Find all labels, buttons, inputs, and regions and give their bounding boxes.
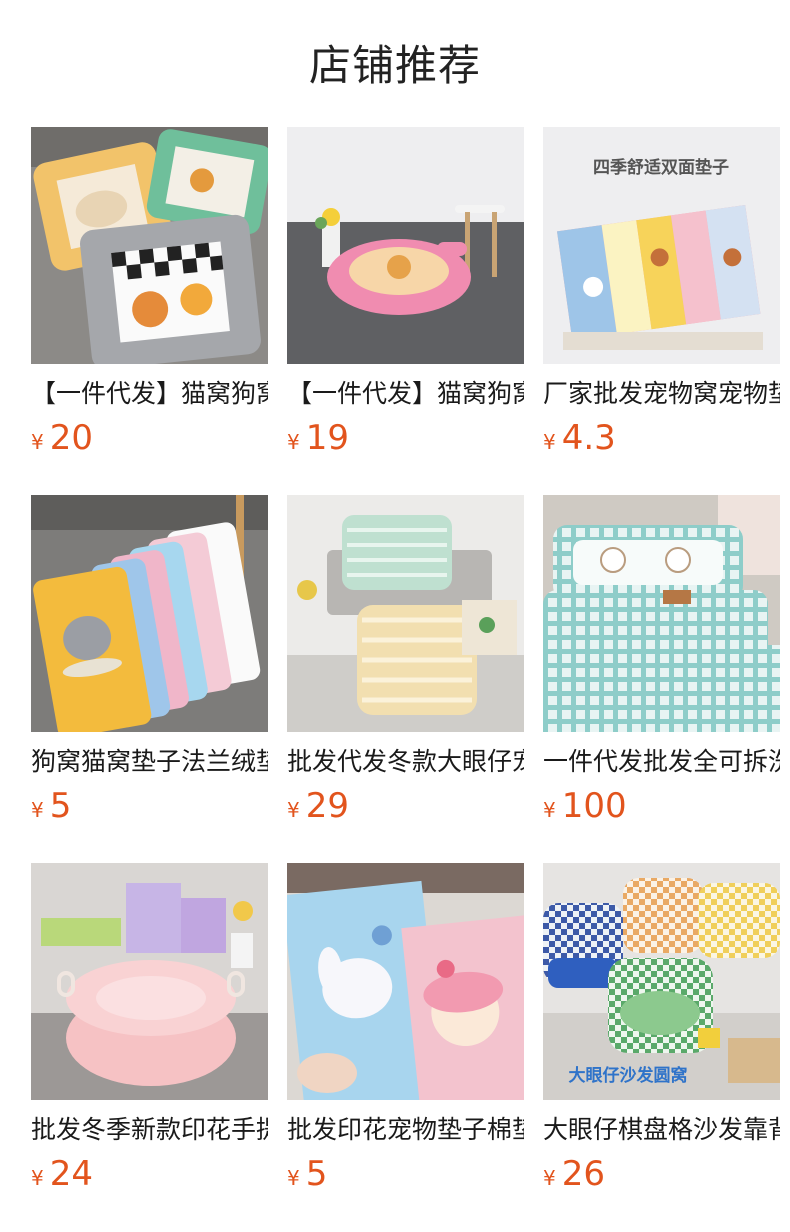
pet-mats-stack-image[interactable]: 四季舒适双面垫子 <box>543 127 780 364</box>
price-value: 26 <box>561 1154 605 1194</box>
product-price: ¥100 <box>543 784 780 834</box>
currency-symbol: ¥ <box>543 1166 556 1190</box>
price-value: 5 <box>49 786 72 826</box>
currency-symbol: ¥ <box>543 430 556 454</box>
currency-symbol: ¥ <box>543 798 556 822</box>
product-name[interactable]: 大眼仔棋盘格沙发靠背 <box>543 1114 780 1146</box>
currency-symbol: ¥ <box>31 1166 44 1190</box>
product-price: ¥5 <box>31 784 268 834</box>
product-price: ¥24 <box>31 1152 268 1202</box>
product-price: ¥29 <box>287 784 524 834</box>
product-card[interactable]: 一件代发批发全可拆洗 ¥100 <box>543 495 780 863</box>
product-card[interactable]: 批发冬季新款印花手提 ¥24 <box>31 863 268 1231</box>
product-name[interactable]: 批发代发冬款大眼仔宠 <box>287 746 524 778</box>
product-name[interactable]: 【一件代发】猫窝狗窝 <box>31 378 268 410</box>
currency-symbol: ¥ <box>31 798 44 822</box>
image-caption: 大眼仔沙发圆窝 <box>569 1065 688 1086</box>
price-value: 24 <box>49 1154 93 1194</box>
product-name[interactable]: 批发冬季新款印花手提 <box>31 1114 268 1146</box>
product-price: ¥20 <box>31 416 268 466</box>
page-title: 店铺推荐 <box>308 41 481 90</box>
price-value: 100 <box>561 786 627 826</box>
product-card[interactable]: 四季舒适双面垫子 厂家批发宠物窝宠物垫 ¥4.3 <box>543 127 780 495</box>
square-pet-beds-image[interactable] <box>31 127 268 364</box>
currency-symbol: ¥ <box>287 798 300 822</box>
product-name[interactable]: 厂家批发宠物窝宠物垫 <box>543 378 780 410</box>
product-name[interactable]: 【一件代发】猫窝狗窝 <box>287 378 524 410</box>
image-caption: 四季舒适双面垫子 <box>593 157 729 178</box>
product-card[interactable]: 大眼仔沙发圆窝 大眼仔棋盘格沙发靠背 ¥26 <box>543 863 780 1231</box>
product-card[interactable]: 狗窝猫窝垫子法兰绒垫 ¥5 <box>31 495 268 863</box>
plaid-pet-beds-image[interactable] <box>543 495 780 732</box>
checker-sofa-beds-image[interactable]: 大眼仔沙发圆窝 <box>543 863 780 1100</box>
product-name[interactable]: 批发印花宠物垫子棉垫 <box>287 1114 524 1146</box>
product-name[interactable]: 一件代发批发全可拆洗 <box>543 746 780 778</box>
currency-symbol: ¥ <box>287 430 300 454</box>
price-value: 20 <box>49 418 93 458</box>
product-card[interactable]: 批发代发冬款大眼仔宠 ¥29 <box>287 495 524 863</box>
product-name[interactable]: 狗窝猫窝垫子法兰绒垫 <box>31 746 268 778</box>
currency-symbol: ¥ <box>31 430 44 454</box>
product-price: ¥19 <box>287 416 524 466</box>
flannel-pet-mats-image[interactable] <box>31 495 268 732</box>
product-grid: 【一件代发】猫窝狗窝 ¥20 【一件代发】猫窝狗窝 ¥ 19 四季舒适双面垫子 … <box>31 127 780 1231</box>
pink-round-pet-bed-image[interactable] <box>287 127 524 364</box>
price-value: 4.3 <box>561 418 616 458</box>
striped-pet-beds-image[interactable] <box>287 495 524 732</box>
product-price: ¥5 <box>287 1152 524 1202</box>
product-card[interactable]: 【一件代发】猫窝狗窝 ¥19 <box>287 127 524 495</box>
price-value: 19 <box>305 418 349 458</box>
price-value: 5 <box>305 1154 328 1194</box>
product-price: ¥4.3 <box>543 416 780 466</box>
price-value: 29 <box>305 786 349 826</box>
product-price: ¥26 <box>543 1152 780 1202</box>
pink-basket-bed-image[interactable] <box>31 863 268 1100</box>
product-card[interactable]: 批发印花宠物垫子棉垫 ¥5 <box>287 863 524 1231</box>
currency-symbol: ¥ <box>287 1166 300 1190</box>
printed-pet-mat-image[interactable] <box>287 863 524 1100</box>
product-card[interactable]: 【一件代发】猫窝狗窝 ¥20 <box>31 127 268 495</box>
